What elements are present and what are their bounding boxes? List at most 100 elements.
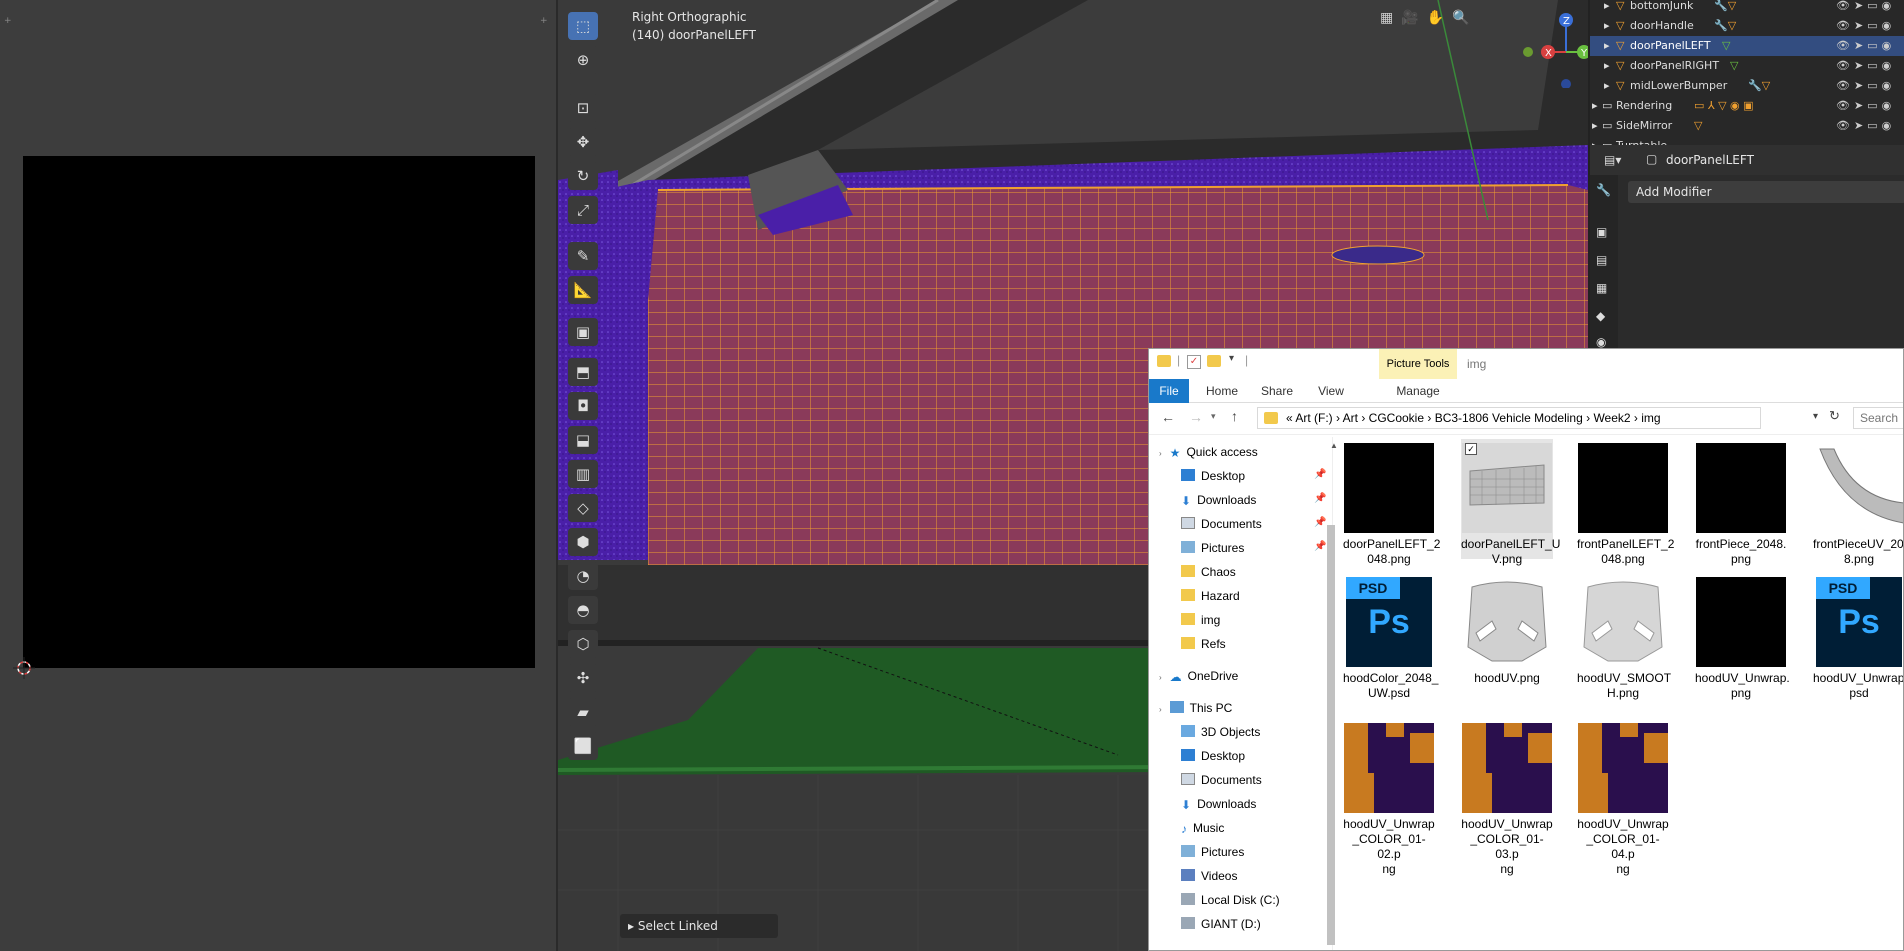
uv-image-canvas[interactable]	[23, 156, 535, 668]
visibility-toggles[interactable]: 👁➤▭◉	[1836, 16, 1895, 36]
file-item[interactable]: frontPanelLEFT_2 048.png	[1577, 443, 1674, 567]
nav-pc-documents[interactable]: Documents	[1181, 769, 1262, 791]
poly-build-tool-icon[interactable]: ⬢	[568, 528, 598, 556]
customize-qat-icon[interactable]: ▾	[1229, 353, 1234, 364]
pan-hand-icon[interactable]: ✋	[1427, 10, 1444, 34]
nav-3d-objects[interactable]: 3D Objects	[1181, 721, 1260, 743]
visibility-toggles[interactable]: 👁➤▭◉	[1836, 96, 1895, 116]
outliner-row[interactable]: ▸ ▭ SideMirror ▽ 👁➤▭◉	[1590, 116, 1904, 136]
area-corner-grip[interactable]: +	[4, 16, 12, 26]
outliner-row[interactable]: ▸ ▽ doorPanelRIGHT ▽ 👁➤▭◉	[1590, 56, 1904, 76]
outliner[interactable]: ▸ ▽ bottomJunk 🔧▽ 👁➤▭◉ ▸ ▽ doorHandle 🔧▽ 👁➤▭◉ ▸ ▽…	[1588, 0, 1904, 145]
editor-type-icon[interactable]: ▤▾	[1604, 153, 1621, 167]
select-box-tool-icon[interactable]: ⬚	[568, 12, 598, 40]
back-arrow-icon[interactable]: ←	[1161, 409, 1175, 425]
nav-hazard[interactable]: Hazard	[1181, 585, 1240, 607]
nav-desktop[interactable]: Desktop	[1181, 465, 1245, 487]
file-item-selected[interactable]: ✓ doorPanelLEFT_U V.png	[1461, 439, 1560, 566]
outliner-row[interactable]: ▸ ▽ midLowerBumper 🔧▽ 👁➤▭◉	[1590, 76, 1904, 96]
expand-arrow-icon[interactable]: ▸	[1604, 16, 1610, 36]
extrude-tool-icon[interactable]: ⬒	[568, 358, 598, 386]
file-item[interactable]: hoodUV_Unwrap _COLOR_01-04.p ng	[1577, 723, 1669, 877]
nav-this-pc[interactable]: › This PC	[1159, 697, 1232, 719]
recent-locations-icon[interactable]: ▾	[1211, 411, 1216, 422]
new-folder-icon[interactable]	[1207, 355, 1221, 367]
shrink-fatten-tool-icon[interactable]: ✣	[568, 664, 598, 692]
edge-slide-tool-icon[interactable]: ⬡	[568, 630, 598, 658]
zoom-icon[interactable]: 🔍	[1452, 10, 1469, 34]
rotate-tool-icon[interactable]: ↻	[568, 162, 598, 190]
nav-downloads[interactable]: ⬇ Downloads	[1181, 489, 1256, 511]
file-item[interactable]: frontPieceUV_204 8.png	[1813, 443, 1903, 567]
tab-share[interactable]: Share	[1251, 379, 1303, 403]
nav-pc-desktop[interactable]: Desktop	[1181, 745, 1245, 767]
move-tool-icon[interactable]: ✥	[568, 128, 598, 156]
tab-file[interactable]: File	[1149, 379, 1189, 403]
refresh-icon[interactable]: ↻	[1829, 408, 1840, 424]
scroll-up-icon[interactable]: ▲	[1330, 441, 1338, 450]
render-tab-icon[interactable]: ▣	[1596, 225, 1607, 239]
annotate-tool-icon[interactable]: ✎	[568, 242, 598, 270]
tab-manage[interactable]: Manage	[1379, 379, 1457, 403]
tab-view[interactable]: View	[1309, 379, 1353, 403]
outliner-row[interactable]: ▸ ▽ doorHandle 🔧▽ 👁➤▭◉	[1590, 16, 1904, 36]
pin-icon[interactable]: 📌	[1314, 541, 1326, 552]
properties-editor[interactable]: ▤▾ ▢ doorPanelLEFT 🔧 ▣ ▤ ▦ ◆ ◉ Add Modif…	[1588, 145, 1904, 350]
properties-icon[interactable]: ✓	[1187, 355, 1201, 369]
3d-cursor-icon[interactable]	[13, 657, 35, 679]
modifier-tab-icon[interactable]: 🔧	[1596, 183, 1611, 197]
expand-arrow-icon[interactable]: ▸	[1592, 116, 1598, 136]
rip-region-tool-icon[interactable]: ⬜	[568, 732, 598, 760]
cursor-tool-icon[interactable]: ⊕	[568, 46, 598, 74]
loop-cut-tool-icon[interactable]: ▥	[568, 460, 598, 488]
scale-tool-icon[interactable]: ⤢	[568, 196, 598, 224]
spin-tool-icon[interactable]: ◔	[568, 562, 598, 590]
file-item[interactable]: PSD Ps hoodColor_2048_ UW.psd	[1343, 577, 1438, 701]
output-tab-icon[interactable]: ▤	[1596, 253, 1607, 267]
file-item[interactable]: doorPanelLEFT_2 048.png	[1343, 443, 1440, 567]
knife-tool-icon[interactable]: ◇	[568, 494, 598, 522]
area-corner-grip[interactable]: +	[540, 16, 548, 26]
nav-refs[interactable]: Refs	[1181, 633, 1226, 655]
nav-videos[interactable]: Videos	[1181, 865, 1237, 887]
address-dropdown-icon[interactable]: ▾	[1813, 411, 1818, 422]
file-grid[interactable]: doorPanelLEFT_2 048.png ✓ doorPanelLEFT_…	[1343, 437, 1903, 950]
nav-documents[interactable]: Documents	[1181, 513, 1262, 535]
navigation-pane[interactable]: ▲ › ★ Quick access Desktop 📌 ⬇ Downloads 📌 …	[1149, 437, 1338, 950]
add-modifier-button[interactable]: Add Modifier	[1628, 181, 1904, 203]
file-item[interactable]: hoodUV.png	[1461, 577, 1553, 686]
camera-view-icon[interactable]: 🎥	[1401, 10, 1418, 34]
outliner-row[interactable]: ▸ ▭ Rendering ▭ ⅄ ▽ ◉ ▣ 👁➤▭◉	[1590, 96, 1904, 116]
outliner-row[interactable]: ▸ ▭ Turntable	[1590, 136, 1904, 145]
selection-checkbox[interactable]: ✓	[1465, 443, 1477, 455]
navigation-gizmo[interactable]: Z X Y	[1520, 8, 1588, 88]
file-item[interactable]: hoodUV_Unwrap _COLOR_01-03.p ng	[1461, 723, 1553, 877]
visibility-toggles[interactable]: 👁➤▭◉	[1836, 56, 1895, 76]
visibility-toggles[interactable]: 👁➤▭◉	[1836, 36, 1895, 56]
visibility-toggles[interactable]: 👁➤▭◉	[1836, 76, 1895, 96]
expand-arrow-icon[interactable]: ▸	[1604, 56, 1610, 76]
nav-scrollbar[interactable]	[1327, 525, 1335, 945]
file-item[interactable]: hoodUV_SMOOT H.png	[1577, 577, 1671, 701]
file-item[interactable]: frontPiece_2048. png	[1695, 443, 1787, 567]
grid-view-icon[interactable]: ▦	[1380, 10, 1393, 34]
expand-arrow-icon[interactable]: ▸	[1604, 0, 1610, 16]
file-explorer-window[interactable]: | ✓ ▾ | Picture Tools img File Home Shar…	[1148, 348, 1904, 951]
visibility-toggles[interactable]: 👁➤▭◉	[1836, 0, 1895, 16]
image-editor[interactable]: + +	[0, 0, 558, 951]
expand-arrow-icon[interactable]: ▸	[1592, 96, 1598, 116]
search-input[interactable]: Search	[1853, 407, 1903, 429]
nav-pictures[interactable]: Pictures	[1181, 537, 1244, 559]
transform-tool-icon[interactable]: ⊡	[568, 94, 598, 122]
expand-arrow-icon[interactable]: ▸	[1604, 36, 1610, 56]
smooth-tool-icon[interactable]: ◓	[568, 596, 598, 624]
expand-arrow-icon[interactable]: ▸	[1604, 76, 1610, 96]
nav-onedrive[interactable]: › ☁ OneDrive	[1159, 665, 1238, 687]
world-tab-icon[interactable]: ◉	[1596, 335, 1606, 349]
nav-pc-pictures[interactable]: Pictures	[1181, 841, 1244, 863]
inset-tool-icon[interactable]: ◘	[568, 392, 598, 420]
file-item[interactable]: hoodUV_Unwrap _COLOR_01-02.p ng	[1343, 723, 1435, 877]
forward-arrow-icon[interactable]: →	[1189, 409, 1203, 425]
nav-pc-downloads[interactable]: ⬇ Downloads	[1181, 793, 1256, 815]
pin-icon[interactable]: 📌	[1314, 493, 1326, 504]
